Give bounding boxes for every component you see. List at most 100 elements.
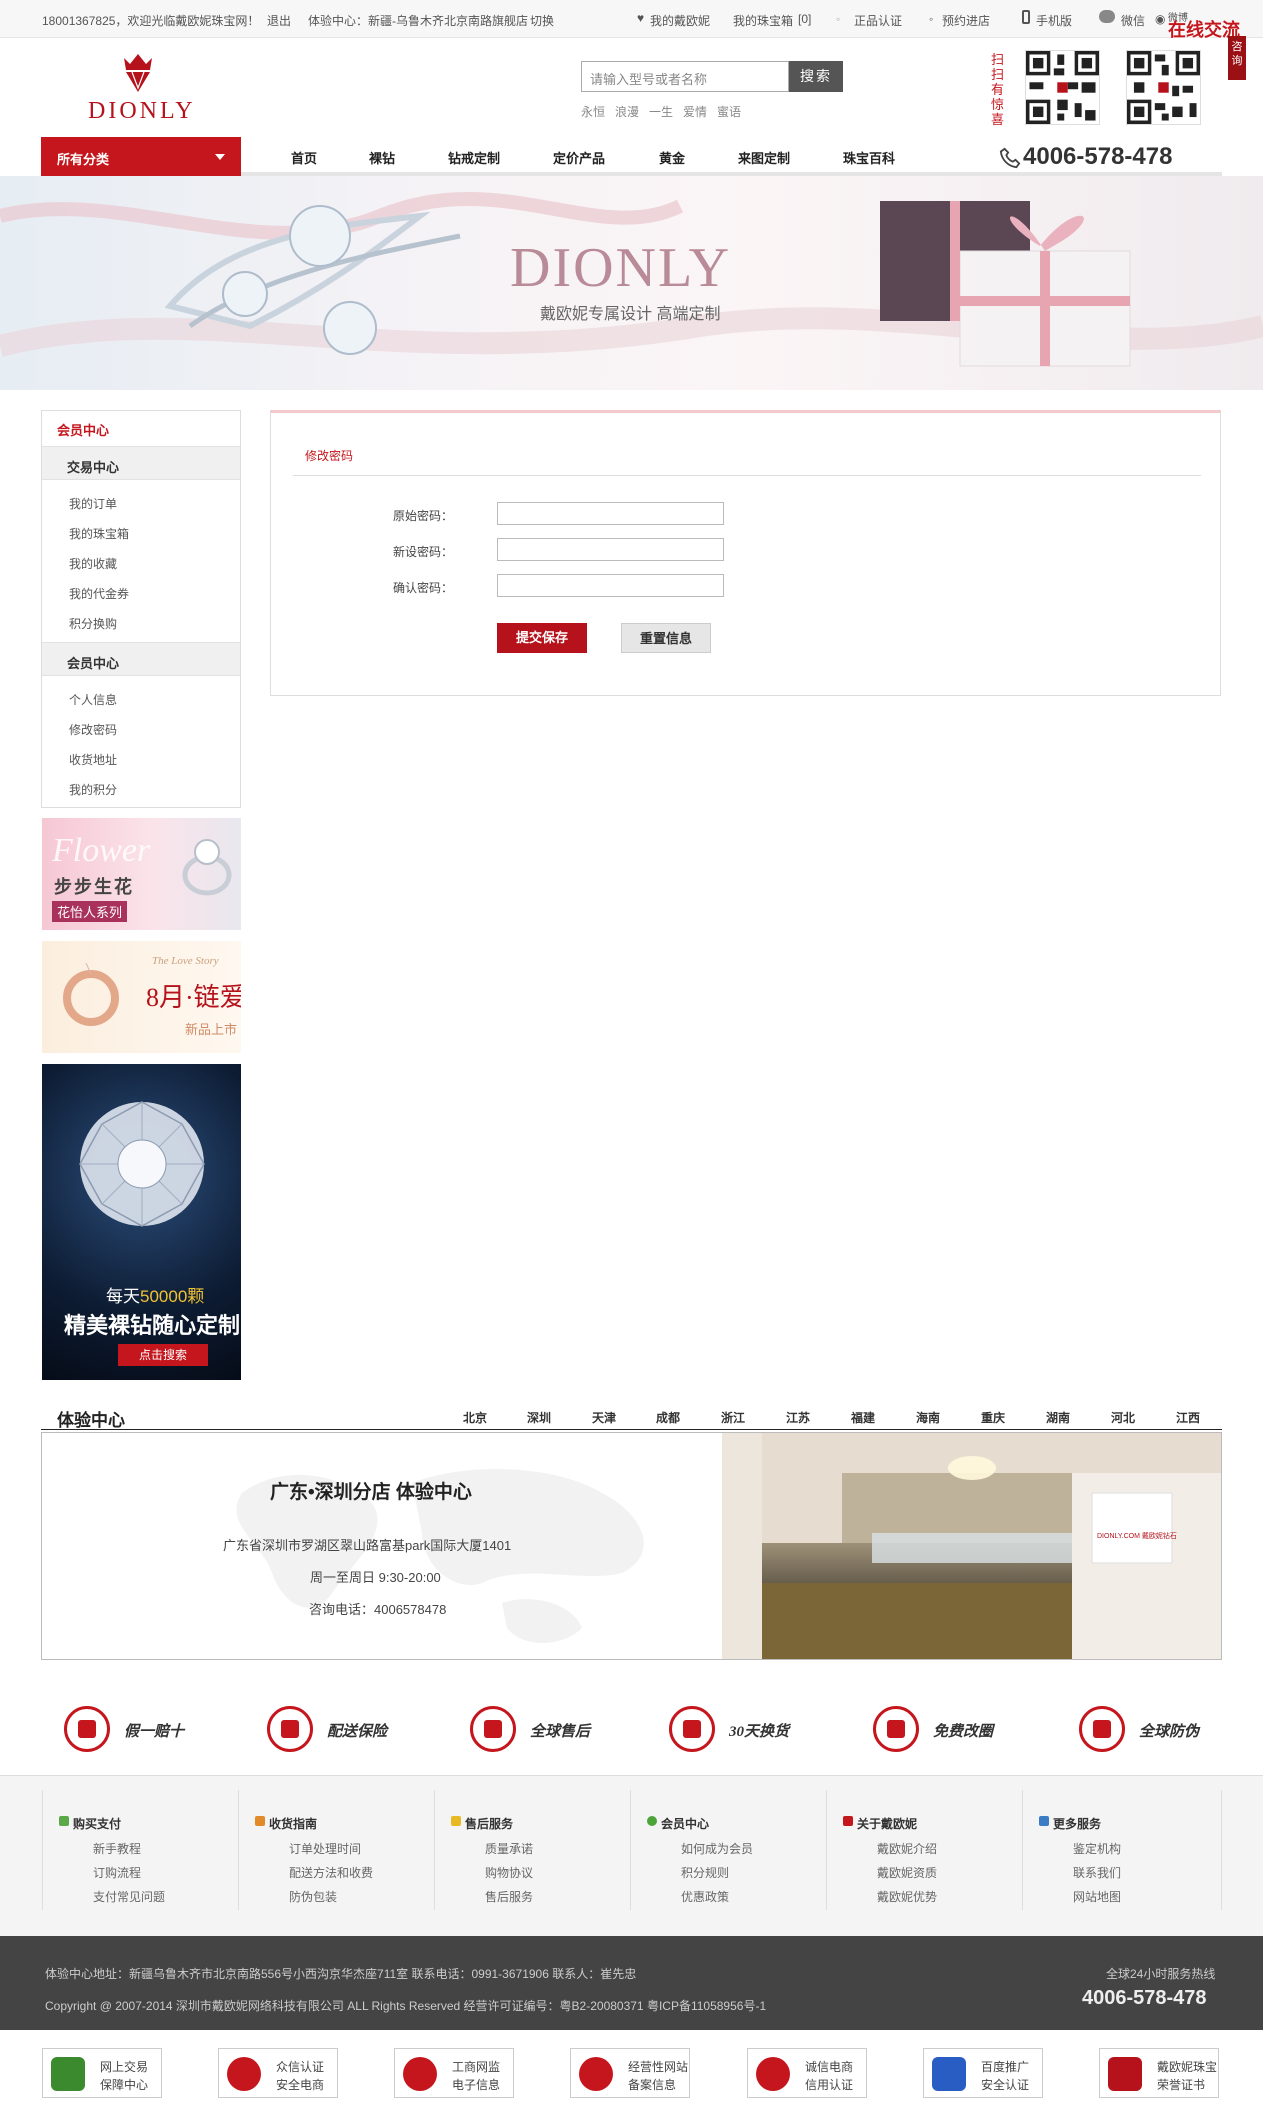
diamond-icon [79,1101,205,1227]
nav-jewelry-wiki[interactable]: 珠宝百科 [843,148,895,167]
badge-business-supervision[interactable]: 工商网监 电子信息 [394,2048,514,2098]
city-tab-jiangxi[interactable]: 江西 [1176,1409,1200,1426]
badge-dionly-honor[interactable]: 戴欧妮珠宝 荣誉证书 [1099,2048,1219,2098]
genuine-link[interactable]: 正品认证 [854,12,902,29]
store-interior-art [722,1433,1221,1659]
hot-word-4[interactable]: 爱情 [683,103,707,120]
confirm-password-field[interactable] [497,574,724,597]
badge-trust-cert[interactable]: 众信认证 安全电商 [218,2048,338,2098]
footer-address: 体验中心地址：新疆乌鲁木齐市北京南路556号小西沟京华杰座711室 联系电话：0… [45,1967,637,1981]
credit-badge-icon [756,2057,790,2091]
help-link[interactable]: 质量承诺 [485,1840,533,1857]
hero-banner[interactable]: DIONLY 戴欧妮专属设计 高端定制 [0,176,1263,390]
city-tab-hebei[interactable]: 河北 [1111,1409,1135,1426]
hot-word-3[interactable]: 一生 [649,103,673,120]
sidebar-item-favorites[interactable]: 我的收藏 [69,555,117,572]
hot-word-1[interactable]: 永恒 [581,103,605,120]
city-tab-beijing[interactable]: 北京 [463,1409,487,1426]
my-jewel-box-link[interactable]: 我的珠宝箱 [733,12,793,29]
nav-image-custom[interactable]: 来图定制 [738,148,790,167]
ad-flower-series[interactable]: Flower 步步生花 花怡人系列 [42,818,241,930]
city-tab-zhejiang[interactable]: 浙江 [721,1409,745,1426]
search-button[interactable]: 搜索 [789,61,843,92]
badge-website-record[interactable]: 经营性网站 备案信息 [570,2048,690,2098]
sidebar-item-orders[interactable]: 我的订单 [69,495,117,512]
help-link[interactable]: 新手教程 [93,1840,141,1857]
sidebar-item-my-points[interactable]: 我的积分 [69,781,117,798]
scan-surprise-text: 扫扫有惊喜 [991,52,1005,127]
nav-fixed-price[interactable]: 定价产品 [553,148,605,167]
dionly-logo[interactable]: DIONLY [86,52,206,127]
submit-save-button[interactable]: 提交保存 [497,623,587,653]
my-dionly-link[interactable]: 我的戴欧妮 [650,12,710,29]
support-icon [470,1706,516,1752]
logo-wordmark: DIONLY [88,98,196,124]
certificate-icon [1079,1706,1125,1752]
help-link[interactable]: 支付常见问题 [93,1888,165,1905]
city-tab-shenzhen[interactable]: 深圳 [527,1409,551,1426]
ad-chain-love[interactable]: The Love Story 8月·链爱 新品上市 [42,941,241,1053]
nav-gold[interactable]: 黄金 [659,148,685,167]
search-input[interactable]: 请输入型号或者名称 [581,61,789,92]
badge-trade-protection[interactable]: 网上交易 保障中心 [42,2048,162,2098]
help-link[interactable]: 购物协议 [485,1864,533,1881]
help-link[interactable]: 防伪包装 [289,1888,337,1905]
sidebar-item-address[interactable]: 收货地址 [69,751,117,768]
nav-ring-custom[interactable]: 钻戒定制 [448,148,500,167]
help-title: 更多服务 [1053,1817,1102,1831]
help-link[interactable]: 如何成为会员 [681,1840,753,1857]
city-tab-jiangsu[interactable]: 江苏 [786,1409,810,1426]
shield-icon [64,1706,110,1752]
help-link[interactable]: 配送方法和收费 [289,1864,373,1881]
help-link[interactable]: 积分规则 [681,1864,729,1881]
booking-link[interactable]: 预约进店 [942,12,990,29]
consult-tab[interactable]: 咨询 [1228,36,1246,80]
help-link[interactable]: 鉴定机构 [1073,1840,1121,1857]
change-password-panel: 修改密码 原始密码： 新设密码： 确认密码： 提交保存 重置信息 [270,410,1221,696]
sidebar-item-points-exchange[interactable]: 积分换购 [69,615,117,632]
city-tab-chengdu[interactable]: 成都 [656,1409,680,1426]
ad-loose-diamonds[interactable]: 每天50000颗 精美裸钻随心定制 点击搜索 [42,1064,241,1380]
help-link[interactable]: 戴欧妮介绍 [877,1840,937,1857]
help-link[interactable]: 戴欧妮优势 [877,1888,937,1905]
help-column-member: 会员中心 如何成为会员 积分规则 优惠政策 [630,1790,826,1910]
logout-link[interactable]: 退出 [267,12,291,29]
help-link[interactable]: 戴欧妮资质 [877,1864,937,1881]
nav-home[interactable]: 首页 [291,148,317,167]
reset-info-button[interactable]: 重置信息 [621,623,711,653]
help-link[interactable]: 订购流程 [93,1864,141,1881]
help-link[interactable]: 售后服务 [485,1888,533,1905]
all-categories-menu[interactable]: 所有分类 [41,137,241,176]
police-badge-icon [403,2057,437,2091]
city-tab-tianjin[interactable]: 天津 [592,1409,616,1426]
hot-word-2[interactable]: 浪漫 [615,103,639,120]
help-link[interactable]: 网站地图 [1073,1888,1121,1905]
qr-pattern-icon [1026,51,1099,124]
cert-seal-icon [227,2057,261,2091]
nav-loose-diamonds[interactable]: 裸钻 [369,148,395,167]
ad-chain-title: 8月·链爱 [146,983,241,1012]
sidebar-item-jewel-box[interactable]: 我的珠宝箱 [69,525,129,542]
switch-link[interactable]: 切换 [530,12,554,29]
panel-divider [293,475,1201,476]
city-tab-fujian[interactable]: 福建 [851,1409,875,1426]
sidebar-item-profile[interactable]: 个人信息 [69,691,117,708]
badge-baidu[interactable]: 百度推广 安全认证 [923,2048,1043,2098]
city-tab-chongqing[interactable]: 重庆 [981,1409,1005,1426]
help-link[interactable]: 联系我们 [1073,1864,1121,1881]
old-password-field[interactable] [497,502,724,525]
help-link[interactable]: 订单处理时间 [289,1840,361,1857]
sidebar-item-change-password[interactable]: 修改密码 [69,721,117,738]
confirm-password-label: 确认密码： [392,581,453,595]
ring-icon [63,963,119,1026]
hot-word-5[interactable]: 蜜语 [717,103,741,120]
wechat-link[interactable]: 微信 [1121,12,1145,29]
city-tab-hainan[interactable]: 海南 [916,1409,940,1426]
city-tab-hunan[interactable]: 湖南 [1046,1409,1070,1426]
badge-credit-cert[interactable]: 诚信电商 信用认证 [747,2048,867,2098]
new-password-field[interactable] [497,538,724,561]
mobile-link[interactable]: 手机版 [1036,12,1072,29]
sidebar-item-vouchers[interactable]: 我的代金券 [69,585,129,602]
help-link[interactable]: 优惠政策 [681,1888,729,1905]
ad-diamond-search-button[interactable]: 点击搜索 [118,1344,208,1366]
